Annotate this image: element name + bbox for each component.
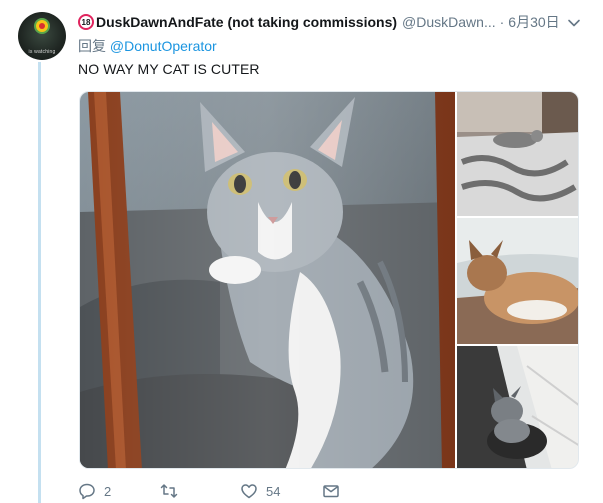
calico-cat-photo[interactable] xyxy=(457,218,579,344)
display-name[interactable]: DuskDawnAndFate (not taking commissions) xyxy=(96,14,397,30)
user-handle[interactable]: @DuskDawn... xyxy=(402,14,496,30)
media-grid xyxy=(79,91,579,469)
emblem-icon xyxy=(34,18,50,34)
chevron-down-icon[interactable] xyxy=(567,16,581,30)
tweet-actions: 2 54 xyxy=(78,481,340,501)
retweet-icon xyxy=(160,484,178,498)
reply-mention-link[interactable]: @DonutOperator xyxy=(110,38,217,54)
thread-line xyxy=(38,62,41,503)
like-count: 54 xyxy=(266,483,281,499)
avatar[interactable]: is watching xyxy=(18,12,66,60)
avatar-caption: is watching xyxy=(28,49,56,55)
cat-on-bed-photo[interactable] xyxy=(457,92,579,216)
reply-label: 回复 xyxy=(78,38,106,54)
age-badge: 18 xyxy=(78,14,94,30)
reply-button[interactable]: 2 xyxy=(78,482,160,500)
tweet-date[interactable]: 6月30日 xyxy=(508,12,559,32)
like-button[interactable]: 54 xyxy=(240,482,322,500)
cat-behind-glass-photo[interactable] xyxy=(80,92,455,469)
tweet-header: 18 DuskDawnAndFate (not taking commissio… xyxy=(78,12,577,32)
direct-message-button[interactable] xyxy=(322,482,340,500)
cat-in-shoe-photo[interactable] xyxy=(457,346,579,469)
tweet-text: NO WAY MY CAT IS CUTER xyxy=(78,61,260,77)
heart-icon xyxy=(241,484,257,499)
separator-dot: · xyxy=(499,14,505,30)
reply-icon xyxy=(79,483,95,500)
reply-context: 回复 @DonutOperator xyxy=(78,36,217,56)
reply-count: 2 xyxy=(104,483,112,499)
envelope-icon xyxy=(323,485,339,498)
retweet-button[interactable] xyxy=(160,482,240,500)
